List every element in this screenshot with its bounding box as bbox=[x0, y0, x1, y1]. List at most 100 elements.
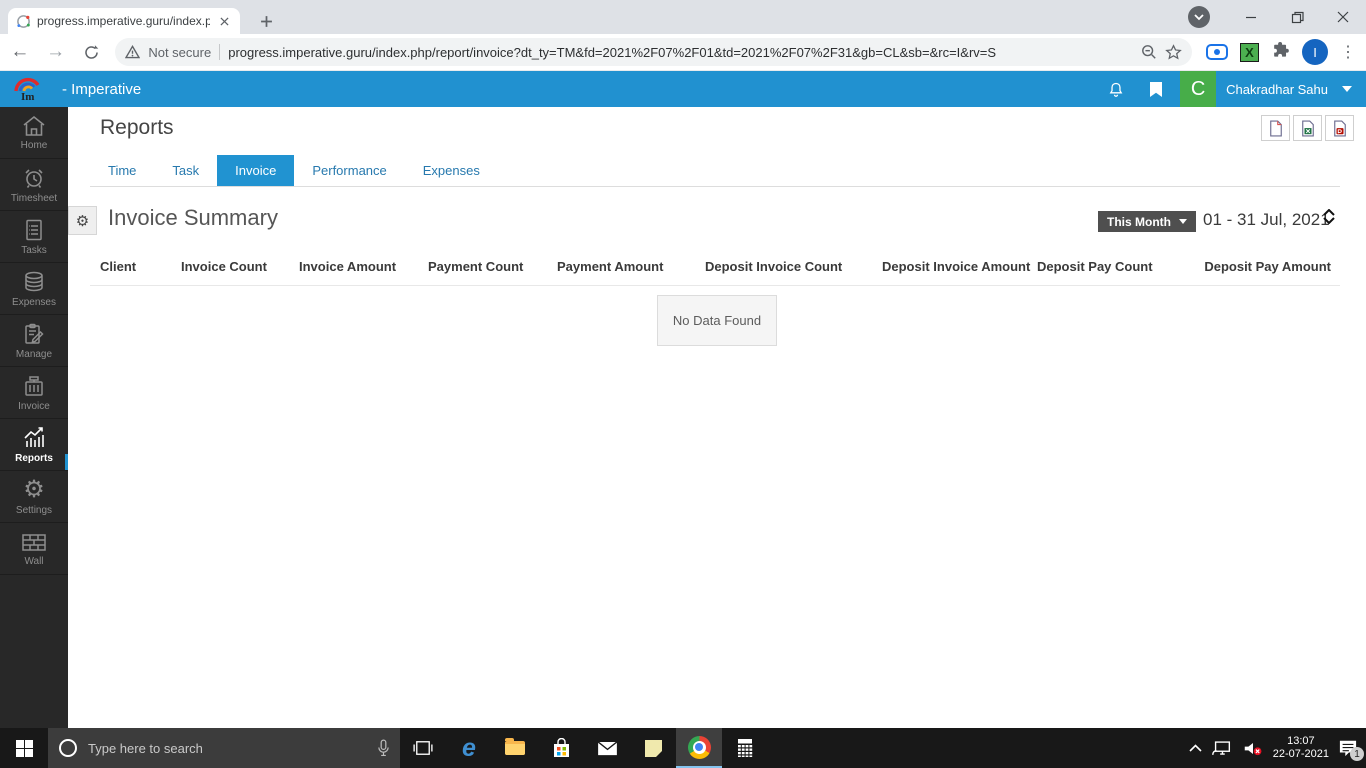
url-text[interactable]: progress.imperative.guru/index.php/repor… bbox=[228, 45, 1133, 60]
tab-expenses[interactable]: Expenses bbox=[405, 155, 498, 186]
export-excel-button[interactable] bbox=[1293, 115, 1322, 141]
svg-text:Im: Im bbox=[21, 91, 34, 101]
settings-gear-icon: ⚙ bbox=[23, 478, 45, 502]
taskbar-mail-button[interactable] bbox=[584, 728, 630, 768]
hidden-icons-button[interactable] bbox=[1189, 744, 1202, 752]
user-name[interactable]: Chakradhar Sahu bbox=[1226, 82, 1328, 97]
microphone-icon[interactable] bbox=[377, 739, 390, 757]
user-menu-caret-icon[interactable] bbox=[1342, 86, 1352, 92]
export-pdf-button[interactable] bbox=[1325, 115, 1354, 141]
taskbar-sticky-notes-button[interactable] bbox=[630, 728, 676, 768]
tab-close-icon[interactable] bbox=[216, 13, 232, 29]
taskbar-chrome-button[interactable] bbox=[676, 728, 722, 768]
media-controls-icon[interactable] bbox=[1206, 44, 1228, 60]
chevron-down-icon bbox=[1323, 217, 1335, 224]
sidebar-item-reports[interactable]: Reports bbox=[0, 419, 68, 471]
system-tray: 13:07 22-07-2021 1 bbox=[1189, 728, 1366, 768]
security-label[interactable]: Not secure bbox=[148, 45, 211, 60]
browser-menu-icon[interactable]: ⋮ bbox=[1340, 42, 1356, 62]
column-header-deposit-invoice-amount: Deposit Invoice Amount bbox=[882, 259, 1030, 274]
gear-icon: ⚙ bbox=[76, 212, 89, 230]
restore-button[interactable] bbox=[1274, 0, 1320, 34]
home-icon bbox=[22, 115, 46, 137]
taskbar-explorer-button[interactable] bbox=[492, 728, 538, 768]
taskbar-edge-button[interactable]: e bbox=[446, 728, 492, 768]
browser-profile-avatar[interactable]: I bbox=[1302, 39, 1328, 65]
reload-button[interactable] bbox=[76, 36, 108, 68]
sidebar-item-invoice[interactable]: Invoice bbox=[0, 367, 68, 419]
chevron-down-icon bbox=[1179, 219, 1187, 224]
sidebar-item-manage[interactable]: Manage bbox=[0, 315, 68, 367]
taskbar: Type here to search e bbox=[0, 728, 1366, 768]
network-icon[interactable] bbox=[1211, 740, 1233, 757]
expenses-coins-icon bbox=[21, 270, 47, 294]
sidebar-item-label: Expenses bbox=[12, 297, 56, 308]
date-stepper[interactable] bbox=[1323, 209, 1335, 224]
tab-invoice[interactable]: Invoice bbox=[217, 155, 294, 186]
omnibox-divider bbox=[219, 44, 220, 60]
sidebar-item-label: Timesheet bbox=[11, 193, 57, 204]
sidebar-item-tasks[interactable]: Tasks bbox=[0, 211, 68, 263]
action-center-button[interactable]: 1 bbox=[1338, 739, 1358, 757]
app-title: - Imperative bbox=[62, 81, 1096, 98]
sidebar-item-expenses[interactable]: Expenses bbox=[0, 263, 68, 315]
notifications-bell-icon[interactable] bbox=[1096, 71, 1136, 107]
microsoft-store-icon bbox=[552, 738, 571, 758]
column-header-payment-count: Payment Count bbox=[428, 259, 523, 274]
app-header-right: C Chakradhar Sahu bbox=[1096, 71, 1366, 107]
mail-icon bbox=[597, 741, 618, 756]
windows-logo-icon bbox=[16, 740, 33, 757]
taskbar-clock[interactable]: 13:07 22-07-2021 bbox=[1273, 735, 1329, 761]
main-content: Reports Time Task Invoice Performance Ex… bbox=[68, 107, 1366, 728]
taskbar-search[interactable]: Type here to search bbox=[48, 728, 400, 768]
forward-button[interactable]: → bbox=[40, 36, 72, 68]
invoice-register-icon bbox=[22, 374, 46, 398]
extensions-puzzle-icon[interactable] bbox=[1271, 40, 1290, 64]
period-dropdown[interactable]: This Month bbox=[1098, 211, 1196, 232]
export-doc-button[interactable] bbox=[1261, 115, 1290, 141]
taskbar-apps: e bbox=[400, 728, 768, 768]
browser-toolbar: ← → Not secure progress.imperative.guru/… bbox=[0, 34, 1366, 71]
browser-tab[interactable]: progress.imperative.guru/index.p bbox=[8, 8, 240, 34]
timesheet-clock-icon bbox=[22, 166, 46, 190]
bookmark-star-icon[interactable] bbox=[1165, 44, 1182, 61]
volume-muted-icon[interactable] bbox=[1242, 740, 1264, 757]
minimize-button[interactable] bbox=[1228, 0, 1274, 34]
new-tab-button[interactable] bbox=[252, 7, 280, 35]
tab-time[interactable]: Time bbox=[90, 155, 154, 186]
column-header-deposit-pay-amount: Deposit Pay Amount bbox=[1204, 259, 1331, 274]
user-avatar[interactable]: C bbox=[1180, 71, 1216, 107]
task-view-icon bbox=[413, 740, 433, 756]
bookmarks-icon[interactable] bbox=[1136, 71, 1176, 107]
sidebar-item-settings[interactable]: ⚙ Settings bbox=[0, 471, 68, 523]
start-button[interactable] bbox=[0, 728, 48, 768]
file-explorer-icon bbox=[505, 741, 525, 755]
screen: progress.imperative.guru/index.p ← bbox=[0, 0, 1366, 768]
tab-performance[interactable]: Performance bbox=[294, 155, 404, 186]
close-window-button[interactable] bbox=[1320, 0, 1366, 34]
sidebar-item-label: Manage bbox=[16, 349, 52, 360]
sidebar-item-home[interactable]: Home bbox=[0, 107, 68, 159]
not-secure-warning-icon[interactable] bbox=[125, 45, 140, 59]
date-range: 01 - 31 Jul, 2021 bbox=[1203, 210, 1330, 230]
task-view-button[interactable] bbox=[400, 728, 446, 768]
address-bar[interactable]: Not secure progress.imperative.guru/inde… bbox=[115, 38, 1192, 66]
excel-extension-icon[interactable]: X bbox=[1240, 43, 1259, 62]
tasks-document-icon bbox=[23, 218, 45, 242]
taskbar-calculator-button[interactable] bbox=[722, 728, 768, 768]
report-settings-button[interactable]: ⚙ bbox=[68, 206, 97, 235]
tab-search-button[interactable] bbox=[1188, 6, 1210, 28]
chevron-up-icon bbox=[1323, 209, 1335, 216]
tab-task[interactable]: Task bbox=[154, 155, 217, 186]
column-header-deposit-invoice-count: Deposit Invoice Count bbox=[705, 259, 842, 274]
zoom-icon[interactable] bbox=[1141, 44, 1157, 60]
taskbar-store-button[interactable] bbox=[538, 728, 584, 768]
sidebar-item-timesheet[interactable]: Timesheet bbox=[0, 159, 68, 211]
sidebar-item-wall[interactable]: Wall bbox=[0, 523, 68, 575]
back-button[interactable]: ← bbox=[4, 36, 36, 68]
imperative-logo: Im bbox=[10, 73, 48, 106]
tabs-divider bbox=[90, 186, 1340, 187]
export-buttons bbox=[1261, 115, 1354, 141]
toolbar-extensions: X I ⋮ bbox=[1206, 39, 1366, 65]
clock-date: 22-07-2021 bbox=[1273, 748, 1329, 761]
